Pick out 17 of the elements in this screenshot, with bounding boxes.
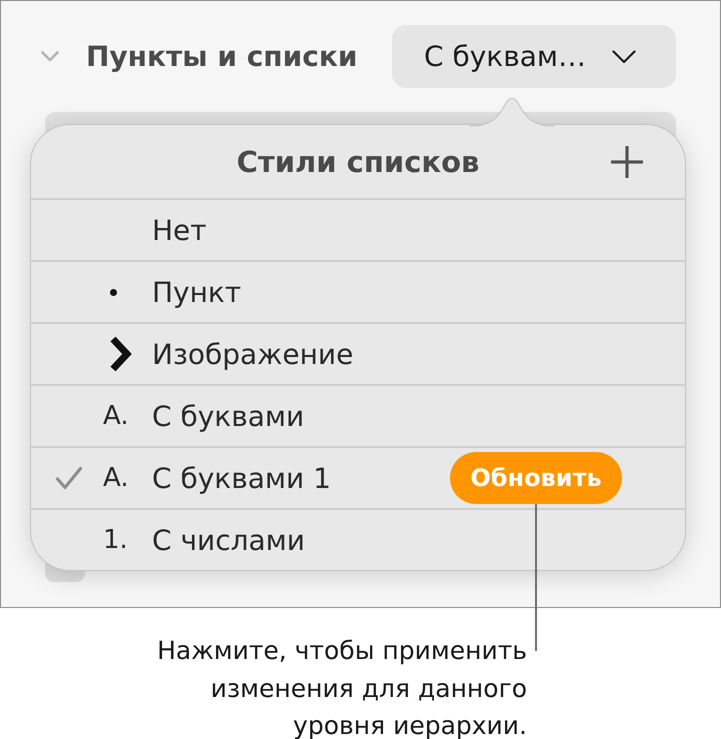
list-style-option[interactable]: Нет <box>152 214 207 246</box>
chevron-down-icon <box>612 50 636 64</box>
callout-text: Нажмите, чтобы применить изменения для данного уровня иерархии. <box>156 635 527 739</box>
list-marker: A. <box>103 401 129 431</box>
list-style-option[interactable]: С буквами <box>152 400 304 432</box>
section-title: Пункты и списки <box>86 40 358 73</box>
list-style-option[interactable]: С числами <box>152 524 305 556</box>
list-style-option[interactable]: Изображение <box>152 338 354 370</box>
list-marker: A. <box>103 463 129 493</box>
bullet-icon <box>110 288 117 296</box>
list-style-option[interactable]: С буквами 1 <box>152 462 331 494</box>
chevron-right-icon <box>109 335 133 373</box>
popover-title: Стили списков <box>236 144 480 178</box>
plus-icon[interactable] <box>611 146 643 178</box>
list-style-popup-button[interactable]: С буквам… <box>392 25 676 88</box>
list-style-option[interactable]: Пункт <box>152 276 242 308</box>
list-marker: 1. <box>103 525 128 555</box>
